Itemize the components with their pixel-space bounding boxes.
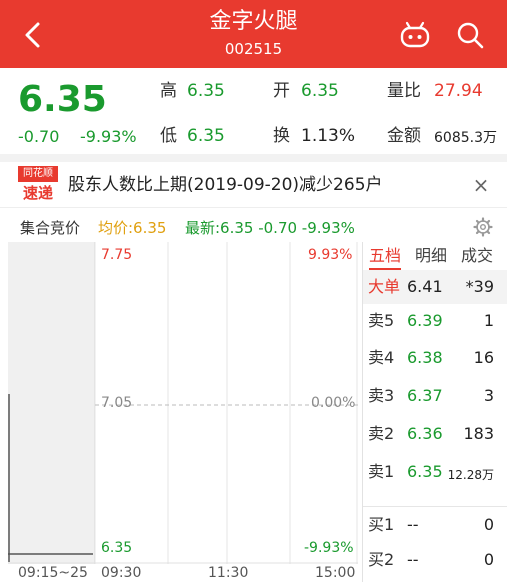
chart-header: 集合竞价 均价:6.35 最新:6.35 -0.70 -9.93% bbox=[0, 212, 507, 242]
open-value: 6.35 bbox=[301, 81, 339, 101]
ask-price: 6.37 bbox=[407, 386, 443, 405]
intraday-chart[interactable]: 7.75 7.05 6.35 9.93% 0.00% -9.93% bbox=[8, 242, 358, 564]
ask-label: 卖4 bbox=[368, 348, 395, 367]
bid-volume: 0 bbox=[483, 550, 494, 569]
gear-icon[interactable] bbox=[473, 217, 493, 237]
bid-label: 买2 bbox=[368, 550, 395, 569]
bid-price: -- bbox=[407, 550, 419, 569]
price-change: -0.70 bbox=[18, 127, 60, 146]
stock-detail-page: 金字火腿 002515 6.35 -0.70 -9.93% 高 6.35 开 6… bbox=[0, 0, 507, 582]
volume-ratio-label: 量比 bbox=[387, 81, 421, 101]
bid-row-2: 买2 -- 0 bbox=[363, 543, 507, 577]
ask-volume: 16 bbox=[473, 348, 494, 367]
y-tick-right-top: 9.93% bbox=[308, 247, 353, 263]
x-tick-noon: 11:30 bbox=[208, 565, 249, 581]
x-tick-close: 15:00 bbox=[315, 565, 356, 581]
ask-label: 卖1 bbox=[368, 462, 395, 481]
ask-price: 6.39 bbox=[407, 311, 443, 330]
express-news-logo: 同花顺 速递 bbox=[18, 166, 58, 204]
y-tick-right-bottom: -9.93% bbox=[304, 540, 354, 556]
amount-label: 金额 bbox=[387, 126, 421, 146]
ask-bid-divider bbox=[363, 506, 507, 507]
turnover-value: 1.13% bbox=[301, 126, 356, 146]
ask-volume: 183 bbox=[463, 424, 494, 443]
ask-label: 卖2 bbox=[368, 424, 395, 443]
turnover-label: 换 bbox=[273, 126, 290, 146]
ask-price: 6.35 bbox=[407, 462, 443, 481]
tab-trades[interactable]: 成交 bbox=[461, 246, 493, 266]
ask-row-3: 卖3 6.37 3 bbox=[363, 379, 507, 413]
ask-price: 6.36 bbox=[407, 424, 443, 443]
ask-price: 6.38 bbox=[407, 348, 443, 367]
bid-volume: 0 bbox=[483, 515, 494, 534]
big-order-volume: *39 bbox=[465, 277, 494, 296]
section-divider bbox=[0, 154, 507, 162]
big-order-price: 6.41 bbox=[407, 277, 443, 296]
big-order-label: 大单 bbox=[368, 277, 401, 296]
y-tick-left-bottom: 6.35 bbox=[101, 540, 133, 556]
y-tick-left-top: 7.75 bbox=[101, 247, 133, 263]
ask-label: 卖5 bbox=[368, 311, 395, 330]
logo-bottom-text: 速递 bbox=[18, 182, 58, 204]
call-auction-label: 集合竞价 bbox=[20, 219, 81, 237]
price-change-pct: -9.93% bbox=[80, 127, 137, 146]
ask-label: 卖3 bbox=[368, 386, 395, 405]
ask-row-1: 卖1 6.35 12.28万 bbox=[363, 455, 507, 489]
x-tick-auction: 09:15~25 bbox=[18, 565, 88, 581]
news-headline[interactable]: 股东人数比上期(2019-09-20)减少265户 bbox=[68, 174, 383, 196]
chart-canvas bbox=[8, 242, 358, 564]
high-label: 高 bbox=[160, 81, 177, 101]
order-book-tabs: 五档 明细 成交 bbox=[363, 242, 507, 270]
ask-row-2: 卖2 6.36 183 bbox=[363, 417, 507, 451]
low-value: 6.35 bbox=[187, 126, 225, 146]
low-label: 低 bbox=[160, 126, 177, 146]
tab-details[interactable]: 明细 bbox=[415, 246, 447, 266]
quote-panel: 6.35 -0.70 -9.93% 高 6.35 开 6.35 量比 27.94… bbox=[0, 68, 507, 154]
ask-volume: 1 bbox=[483, 311, 494, 330]
bid-row-1: 买1 -- 0 bbox=[363, 508, 507, 542]
average-price-label: 均价:6.35 bbox=[98, 219, 167, 237]
open-label: 开 bbox=[273, 81, 290, 101]
robot-assistant-icon[interactable] bbox=[398, 20, 432, 50]
ask-volume: 3 bbox=[483, 386, 494, 405]
volume-ratio-value: 27.94 bbox=[434, 81, 483, 101]
close-icon[interactable]: × bbox=[470, 174, 492, 196]
ask-row-4: 卖4 6.38 16 bbox=[363, 341, 507, 375]
y-tick-right-mid: 0.00% bbox=[311, 395, 356, 411]
amount-value: 6085.3万 bbox=[434, 130, 497, 146]
current-price: 6.35 bbox=[18, 79, 107, 120]
order-book-panel: 五档 明细 成交 大单 6.41 *39 卖5 6.39 1 卖4 6.38 1… bbox=[362, 242, 507, 582]
logo-top-text: 同花顺 bbox=[18, 166, 58, 182]
y-tick-left-mid: 7.05 bbox=[101, 395, 133, 411]
big-order-row[interactable]: 大单 6.41 *39 bbox=[363, 270, 507, 304]
bid-price: -- bbox=[407, 515, 419, 534]
bid-label: 买1 bbox=[368, 515, 395, 534]
ask-volume: 12.28万 bbox=[447, 468, 494, 482]
tab-five-levels[interactable]: 五档 bbox=[369, 246, 402, 270]
high-value: 6.35 bbox=[187, 81, 225, 101]
x-tick-open: 09:30 bbox=[101, 565, 142, 581]
ask-row-5: 卖5 6.39 1 bbox=[363, 304, 507, 338]
top-bar: 金字火腿 002515 bbox=[0, 0, 507, 68]
news-banner[interactable]: 同花顺 速递 股东人数比上期(2019-09-20)减少265户 × bbox=[0, 162, 507, 208]
latest-price-label: 最新:6.35 -0.70 -9.93% bbox=[185, 219, 355, 237]
search-icon[interactable] bbox=[455, 20, 485, 50]
